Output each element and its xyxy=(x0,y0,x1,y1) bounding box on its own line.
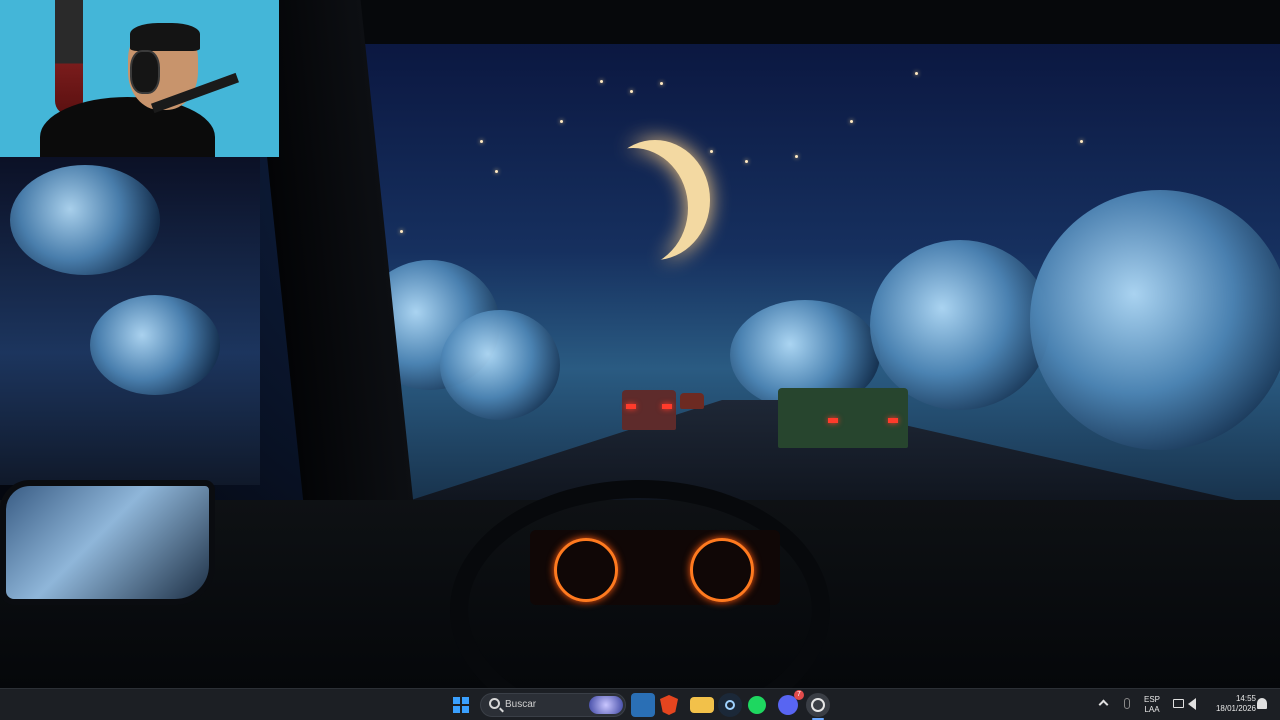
discord-badge: 7 xyxy=(794,690,804,700)
keyboard-layout: LAA xyxy=(1144,705,1160,714)
instrument-cluster xyxy=(530,530,780,605)
tachometer-icon xyxy=(690,538,754,602)
webcam-overlay xyxy=(0,0,279,157)
car-far xyxy=(680,393,704,409)
microphone-tray-icon[interactable] xyxy=(1124,698,1130,709)
start-button[interactable] xyxy=(452,696,470,714)
crescent-moon xyxy=(600,140,710,260)
search-placeholder: Buscar xyxy=(505,699,537,710)
side-window xyxy=(0,155,260,485)
car-ahead xyxy=(622,390,676,430)
file-explorer-icon[interactable] xyxy=(690,697,714,713)
photos-icon[interactable] xyxy=(631,693,655,717)
green-car xyxy=(778,388,908,448)
steam-icon[interactable] xyxy=(718,693,742,717)
brave-browser-icon[interactable] xyxy=(660,695,678,715)
clock[interactable]: 14:55 18/01/2026 xyxy=(1206,694,1256,714)
spotify-icon[interactable] xyxy=(748,696,766,714)
language-code: ESP xyxy=(1143,695,1160,704)
taskbar-search[interactable]: Buscar xyxy=(480,693,626,717)
search-highlight-icon[interactable] xyxy=(589,696,623,714)
taskbar: Buscar 7 ESP LAA 14:55 18/01/2026 xyxy=(0,688,1280,720)
clock-time: 14:55 xyxy=(1235,694,1256,703)
language-indicator[interactable]: ESP LAA xyxy=(1140,695,1164,715)
car-roof xyxy=(300,0,1280,44)
side-mirror xyxy=(0,480,215,605)
speedometer-icon xyxy=(554,538,618,602)
obs-icon[interactable] xyxy=(806,693,830,717)
volume-icon[interactable] xyxy=(1188,698,1196,710)
headphones-icon xyxy=(130,50,160,94)
discord-icon[interactable]: 7 xyxy=(778,690,804,715)
clock-date: 18/01/2026 xyxy=(1215,704,1256,713)
network-icon[interactable] xyxy=(1173,699,1184,708)
search-icon xyxy=(489,698,500,709)
notification-bell-icon[interactable] xyxy=(1257,698,1267,709)
chevron-up-icon[interactable] xyxy=(1098,699,1109,710)
